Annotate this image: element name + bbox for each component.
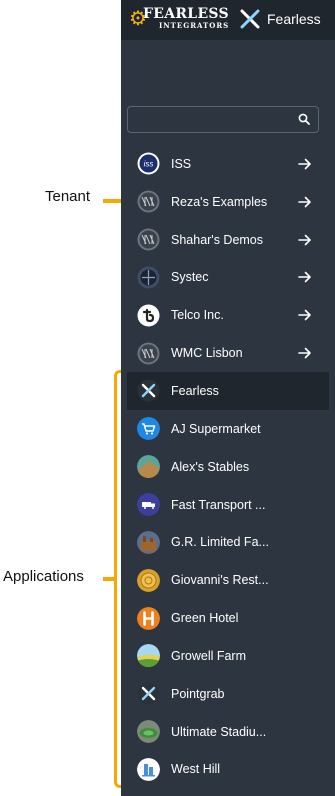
arrow-right-icon[interactable] — [298, 233, 312, 247]
application-item-west-hill[interactable]: West Hill — [127, 751, 329, 789]
tenant-label: Shahar's Demos — [171, 232, 264, 247]
fearless-integrators-logo[interactable]: ⚙ FEARLESS INTEGRATORS — [129, 6, 229, 34]
application-item-ultimate-stadium[interactable]: Ultimate Stadiu... — [127, 713, 329, 751]
application-label: G.R. Limited Fa... — [171, 535, 269, 550]
application-label: AJ Supermarket — [171, 421, 261, 436]
application-label: Green Hotel — [171, 611, 239, 626]
tenant-label: Systec — [171, 270, 209, 285]
fearless-x-icon — [137, 379, 160, 402]
systec-icon — [137, 266, 160, 289]
hotel-icon — [137, 606, 160, 630]
tenant-default-icon — [137, 228, 160, 251]
restaurant-icon — [137, 568, 160, 592]
tenant-item-rezas-examples[interactable]: Reza's Examples — [127, 183, 329, 221]
logo-sub-text: INTEGRATORS — [159, 21, 230, 30]
tenant-label: Reza's Examples — [171, 194, 268, 209]
navigation-list: iss ISS Reza's Examples Shahar's Demos S… — [127, 145, 329, 788]
application-item-fast-transport[interactable]: Fast Transport ... — [127, 486, 329, 524]
application-item-green-hotel[interactable]: Green Hotel — [127, 599, 329, 637]
tenant-item-systec[interactable]: Systec — [127, 259, 329, 297]
application-item-fearless[interactable]: Fearless — [127, 372, 329, 410]
application-item-giovannis-restaurant[interactable]: Giovanni's Rest... — [127, 561, 329, 599]
current-app-name: Fearless — [267, 11, 321, 27]
search-box — [127, 106, 319, 133]
arrow-right-icon[interactable] — [298, 157, 312, 171]
tenant-label: WMC Lisbon — [171, 346, 243, 361]
truck-icon — [137, 493, 160, 517]
application-item-alexs-stables[interactable]: Alex's Stables — [127, 448, 329, 486]
application-item-growell-farm[interactable]: Growell Farm — [127, 637, 329, 675]
fearless-x-icon — [240, 9, 260, 29]
logo-main-text: FEARLESS — [143, 6, 229, 22]
arrow-right-icon[interactable] — [298, 308, 312, 322]
arrow-right-icon[interactable] — [298, 346, 312, 360]
arrow-right-icon[interactable] — [298, 195, 312, 209]
application-label: Alex's Stables — [171, 459, 250, 474]
factory-icon — [137, 530, 160, 554]
application-label: Ultimate Stadiu... — [171, 724, 267, 739]
tenant-default-icon — [137, 342, 160, 365]
tenant-item-telco-inc[interactable]: Telco Inc. — [127, 296, 329, 334]
stadium-icon — [137, 720, 160, 744]
application-item-gr-limited[interactable]: G.R. Limited Fa... — [127, 523, 329, 561]
tenant-default-icon — [137, 190, 160, 213]
tenant-annotation-label: Tenant — [45, 188, 91, 205]
building-icon — [137, 757, 160, 781]
application-label: West Hill — [171, 762, 221, 777]
application-label: Pointgrab — [171, 686, 225, 701]
application-label: Fearless — [171, 383, 219, 398]
pointgrab-x-icon — [137, 682, 160, 705]
application-item-aj-supermarket[interactable]: AJ Supermarket — [127, 410, 329, 448]
tenant-item-wmc-lisbon[interactable]: WMC Lisbon — [127, 334, 329, 372]
farm-icon — [137, 644, 160, 668]
application-label: Giovanni's Rest... — [171, 573, 269, 588]
application-label: Fast Transport ... — [171, 497, 266, 512]
sidebar: ⚙ FEARLESS INTEGRATORS Fearless iss ISS — [121, 0, 335, 796]
tenant-item-shahars-demos[interactable]: Shahar's Demos — [127, 221, 329, 259]
current-app-brand[interactable]: Fearless — [239, 8, 321, 30]
stables-icon — [137, 455, 160, 479]
application-item-pointgrab[interactable]: Pointgrab — [127, 675, 329, 713]
tenant-item-iss[interactable]: iss ISS — [127, 145, 329, 183]
applications-annotation-label: Applications — [3, 568, 84, 585]
svg-text:iss: iss — [144, 160, 154, 169]
search-icon[interactable] — [298, 113, 310, 125]
iss-icon: iss — [137, 152, 160, 175]
applications-annotation-line — [103, 577, 115, 581]
arrow-right-icon[interactable] — [298, 270, 312, 284]
cart-icon — [137, 417, 160, 441]
tenant-label: Telco Inc. — [171, 308, 224, 323]
sidebar-header: ⚙ FEARLESS INTEGRATORS Fearless — [121, 0, 335, 40]
application-label: Growell Farm — [171, 648, 247, 663]
telco-icon — [137, 304, 160, 327]
tenant-label: ISS — [171, 156, 192, 171]
search-input[interactable] — [128, 107, 304, 132]
